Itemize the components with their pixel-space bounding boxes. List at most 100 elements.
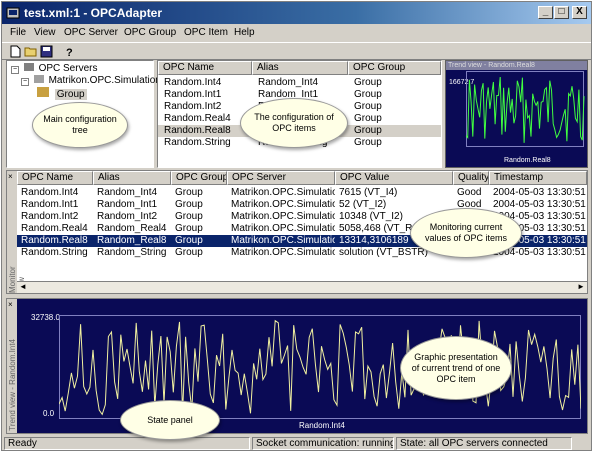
close-icon[interactable]: × — [8, 300, 13, 309]
table-cell[interactable]: Random.String — [164, 137, 254, 148]
column-header[interactable]: OPC Name — [17, 171, 93, 185]
monitor-side-bar: × Monitor view — [7, 171, 26, 293]
tree-label: OPC Servers — [38, 63, 98, 74]
column-header[interactable]: OPC Group — [171, 171, 227, 185]
column-header[interactable]: OPC Server — [227, 171, 335, 185]
trend-side-bar: × Trend view - Random.Int4 — [7, 299, 17, 433]
title-bar[interactable]: test.xml:1 - OPCAdapter _ □ X — [2, 2, 591, 24]
trend-small-chart — [466, 71, 585, 147]
table-cell[interactable]: Random.Int4 — [21, 187, 93, 198]
column-header[interactable]: Alias — [252, 61, 348, 75]
table-cell[interactable]: 2004-05-03 13:30:51 — [493, 199, 587, 210]
maximize-button[interactable]: □ — [554, 6, 569, 19]
tree-label: Matrikon.OPC.Simulation — [48, 75, 161, 86]
open-folder-icon[interactable] — [24, 45, 38, 58]
app-window: test.xml:1 - OPCAdapter _ □ X File View … — [1, 1, 592, 451]
trend-main-ymax: 32738.0 — [31, 313, 60, 322]
table-cell[interactable]: Matrikon.OPC.Simulation — [231, 247, 335, 258]
tree-label: Group — [54, 89, 87, 100]
table-cell[interactable]: Matrikon.OPC.Simulation — [231, 187, 335, 198]
table-cell[interactable]: Random.Int1 — [21, 199, 93, 210]
table-cell[interactable]: Group — [175, 247, 227, 258]
save-icon[interactable] — [40, 45, 54, 58]
table-cell[interactable]: Matrikon.OPC.Simulation — [231, 223, 335, 234]
callout-graphic: Graphic presentation of current trend of… — [400, 336, 512, 400]
menu-file[interactable]: File — [10, 27, 26, 38]
callout-tree: Main configuration tree — [32, 102, 128, 148]
column-header[interactable]: Timestamp — [489, 171, 587, 185]
table-cell[interactable]: 7615 (VT_I4) — [339, 187, 453, 198]
table-cell[interactable]: Random_Int4 — [97, 187, 171, 198]
menu-bar: File View OPC Server OPC Group OPC Item … — [2, 24, 591, 42]
table-cell[interactable]: Random_Real4 — [97, 223, 171, 234]
table-cell[interactable]: Random.Real8 — [21, 235, 93, 246]
trend-small-xlabel: Random.Real8 — [504, 157, 551, 164]
table-cell[interactable]: Group — [175, 235, 227, 246]
table-cell[interactable]: Group — [354, 101, 444, 112]
tree-node-group[interactable]: Group — [37, 87, 87, 100]
close-button[interactable]: X — [572, 6, 587, 19]
table-cell[interactable]: Random.Int2 — [21, 211, 93, 222]
collapse-icon[interactable]: − — [11, 66, 19, 74]
menu-view[interactable]: View — [34, 27, 56, 38]
table-cell[interactable]: Random.Int2 — [164, 101, 254, 112]
collapse-icon[interactable]: − — [21, 78, 29, 86]
table-cell[interactable]: Random_Int1 — [97, 199, 171, 210]
table-cell[interactable]: Random_String — [97, 247, 171, 258]
scroll-right-icon[interactable]: ► — [577, 282, 585, 291]
trend-small-title: Trend view - Random.Real8 — [446, 61, 587, 70]
new-file-icon[interactable] — [8, 45, 22, 58]
column-header[interactable]: OPC Name — [158, 61, 252, 75]
menu-opc-group[interactable]: OPC Group — [124, 27, 176, 38]
table-cell[interactable]: Group — [354, 125, 444, 136]
table-cell[interactable]: Matrikon.OPC.Simulation — [231, 235, 335, 246]
menu-opc-server[interactable]: OPC Server — [64, 27, 118, 38]
table-cell[interactable]: Group — [175, 187, 227, 198]
column-header[interactable]: Quality — [453, 171, 489, 185]
menu-opc-item[interactable]: OPC Item — [184, 27, 228, 38]
table-cell[interactable]: Group — [354, 77, 444, 88]
status-socket: Socket communication: running — [252, 437, 394, 450]
status-ready: Ready — [4, 437, 250, 450]
column-header[interactable]: OPC Value — [335, 171, 453, 185]
tree-node-server[interactable]: − Matrikon.OPC.Simulation — [21, 75, 161, 86]
table-cell[interactable]: Random_Int2 — [97, 211, 171, 222]
column-header[interactable]: Alias — [93, 171, 171, 185]
table-cell[interactable]: Random_Real8 — [97, 235, 171, 246]
status-bar: Ready Socket communication: running Stat… — [2, 436, 591, 451]
callout-state: State panel — [120, 400, 220, 440]
toolbar: ? — [2, 42, 591, 60]
table-cell[interactable]: Random.Int4 — [164, 77, 254, 88]
svg-text:?: ? — [66, 47, 73, 58]
group-icon — [37, 87, 49, 97]
table-cell[interactable]: 2004-05-03 13:30:51 — [493, 187, 587, 198]
table-cell[interactable]: Group — [175, 199, 227, 210]
column-header[interactable]: OPC Group — [348, 61, 441, 75]
table-cell[interactable]: Matrikon.OPC.Simulation — [231, 199, 335, 210]
menu-help[interactable]: Help — [234, 27, 255, 38]
table-cell[interactable]: Group — [175, 223, 227, 234]
table-cell[interactable]: Random_Int4 — [258, 77, 348, 88]
table-cell[interactable]: Group — [175, 211, 227, 222]
table-cell[interactable]: Random.Int1 — [164, 89, 254, 100]
horizontal-scrollbar[interactable]: ◄ ► — [17, 281, 587, 293]
help-icon[interactable]: ? — [62, 45, 76, 58]
status-state: State: all OPC servers connected — [396, 437, 572, 450]
table-cell[interactable]: Random.String — [21, 247, 93, 258]
callout-monitor: Monitoring current values of OPC items — [410, 208, 522, 258]
table-cell[interactable]: Good — [457, 187, 491, 198]
trend-main-ymin: 0.0 — [43, 409, 55, 418]
servers-icon — [23, 63, 34, 71]
minimize-button[interactable]: _ — [538, 6, 553, 19]
callout-items: The configuration of OPC items — [240, 98, 348, 148]
table-cell[interactable]: 52 (VT_I2) — [339, 199, 453, 210]
scroll-left-icon[interactable]: ◄ — [19, 282, 27, 291]
table-cell[interactable]: Group — [354, 89, 444, 100]
close-icon[interactable]: × — [8, 172, 13, 181]
tree-node-opc-servers[interactable]: − OPC Servers — [11, 63, 97, 74]
table-cell[interactable]: Group — [354, 113, 444, 124]
table-cell[interactable]: Group — [354, 137, 444, 148]
table-cell[interactable]: Matrikon.OPC.Simulation — [231, 211, 335, 222]
table-cell[interactable]: Random.Real4 — [21, 223, 93, 234]
trend-main-xlabel: Random.Int4 — [299, 421, 345, 430]
